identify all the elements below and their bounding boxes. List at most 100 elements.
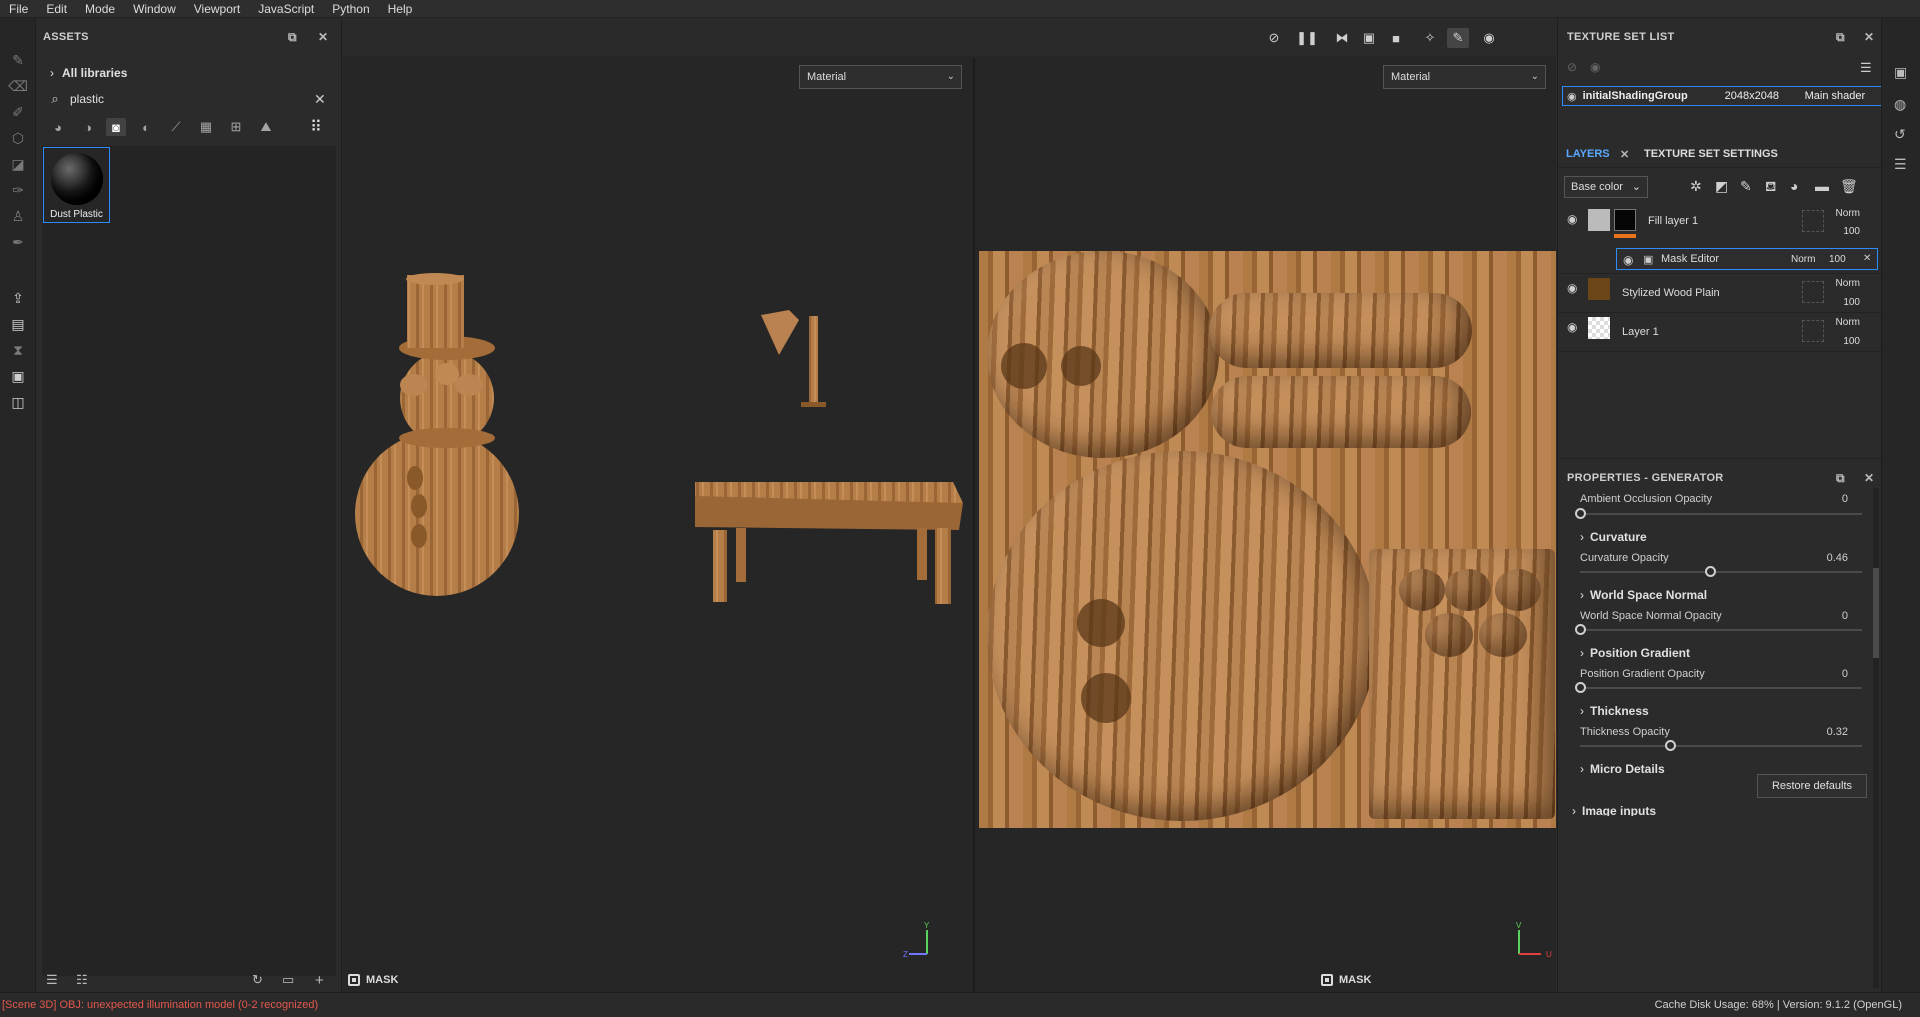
position-gradient-section[interactable]: › Position Gradient [1580,646,1690,660]
texture-set-row[interactable]: ◉ initialShadingGroup 2048x2048 Main sha… [1562,86,1882,106]
clear-search-icon[interactable]: ✕ [314,91,334,108]
micro-details-section[interactable]: › Micro Details [1580,762,1665,776]
mask-filter-icon[interactable]: ◙ [106,118,126,136]
image-inputs-section[interactable]: › Image inputs [1572,804,1656,816]
bake-icon[interactable]: ▤ [8,314,28,334]
detail-view-icon[interactable]: ☷ [76,972,88,988]
generator-filter-icon[interactable]: ◐ [136,118,156,136]
layer-name[interactable]: Layer 1 [1622,326,1659,338]
layer-opacity[interactable]: 100 [1843,226,1860,237]
layer-row[interactable]: ◉ Fill layer 1 Norm 100 ◉ ▣ Mask Editor … [1558,206,1882,274]
hide-overlay-icon[interactable]: ⊘ [1263,28,1285,48]
thickness-opacity-slider[interactable] [1580,740,1862,751]
view-3d[interactable]: Material ⌄ Y Z MASK [343,58,973,992]
brush-filter-icon[interactable]: ⟋ [166,118,186,136]
restore-defaults-button[interactable]: Restore defaults [1757,774,1867,798]
shelf-icon[interactable]: ◫ [8,392,28,412]
wsn-opacity-value[interactable]: 0 [1842,610,1848,622]
close-icon[interactable]: ✕ [1863,253,1871,264]
layer-mask-slot[interactable] [1802,281,1824,303]
undock-icon[interactable]: ⧉ [288,30,297,45]
tab-layers[interactable]: LAYERS [1566,148,1610,160]
symmetry-icon[interactable]: ⧓ [1331,28,1353,48]
menu-file[interactable]: File [0,0,37,18]
refresh-icon[interactable]: ↻ [252,972,263,988]
paint-brush-icon[interactable]: ✎ [8,50,28,70]
stamp-icon[interactable]: ♙ [8,206,28,226]
eye-icon[interactable]: ◉ [1590,60,1600,74]
eye-icon[interactable]: ◉ [1567,90,1577,103]
ao-opacity-value[interactable]: 0 [1842,493,1848,505]
all-libraries-item[interactable]: › All libraries [50,66,127,80]
layer-mask-slot[interactable] [1802,210,1824,232]
list-view-icon[interactable]: ☰ [46,972,58,988]
pause-icon[interactable]: ❚❚ [1296,28,1318,48]
eye-icon[interactable]: ◉ [1623,253,1633,267]
add-fill-layer-icon[interactable]: ⛾ [1765,178,1776,197]
camera-icon[interactable]: ■ [1385,28,1407,48]
view-2d[interactable]: Material ⌄ V U MASK [975,58,1556,992]
magic-wand-icon[interactable]: ✲ [1690,178,1702,195]
folder-icon[interactable]: ▭ [282,972,294,988]
settings-menu-icon[interactable]: ☰ [1860,60,1872,76]
eye-icon[interactable]: ◉ [1567,212,1577,226]
thickness-section[interactable]: › Thickness [1580,704,1649,718]
thickness-opacity-value[interactable]: 0.32 [1827,726,1848,738]
layer-opacity[interactable]: 100 [1843,336,1860,347]
hide-icon[interactable]: ⊘ [1567,60,1577,74]
add-mask-icon[interactable]: ◩ [1715,178,1728,195]
channel-select[interactable]: Base color ⌄ [1564,176,1648,198]
paint-mode-icon[interactable]: ✎ [1447,28,1469,48]
export-icon[interactable]: ⇪ [8,288,28,308]
hourglass-icon[interactable]: ⧗ [8,340,28,360]
add-folder-icon[interactable]: ▬ [1815,178,1829,194]
menu-python[interactable]: Python [323,0,378,18]
world-space-normal-section[interactable]: › World Space Normal [1580,588,1707,602]
add-icon[interactable]: + [315,972,324,989]
curvature-opacity-slider[interactable] [1580,566,1862,577]
texture-set-icon[interactable]: ▣ [1894,64,1907,81]
close-icon[interactable]: ✕ [1620,148,1629,161]
eye-icon[interactable]: ◉ [1567,281,1577,295]
display-settings-icon[interactable]: ▣ [8,366,28,386]
ao-opacity-slider[interactable] [1575,508,1862,519]
mask-editor-row[interactable]: ◉ ▣ Mask Editor Norm 100 ✕ [1616,248,1878,270]
slider-knob[interactable] [1665,740,1677,751]
mask-toggle-right[interactable]: MASK [1321,974,1371,986]
asset-thumbnail[interactable]: Dust Plastic [43,147,110,223]
status-error[interactable]: [Scene 3D] OBJ: unexpected illumination … [2,999,318,1011]
polygon-fill-icon[interactable]: ⬡ [8,128,28,148]
layer-opacity[interactable]: 100 [1843,297,1860,308]
particles-filter-icon[interactable]: ▦ [196,118,216,136]
display-settings-icon[interactable]: ◍ [1894,96,1906,113]
layer-row[interactable]: ◉ Layer 1 Norm 100 [1558,314,1882,352]
pg-opacity-slider[interactable] [1575,682,1862,693]
log-icon[interactable]: ☰ [1894,156,1907,173]
menu-help[interactable]: Help [379,0,422,18]
layer-name[interactable]: Fill layer 1 [1648,215,1698,227]
search-input[interactable]: plastic [66,92,314,106]
close-icon[interactable]: ✕ [1864,471,1874,485]
grid-view-icon[interactable]: ⠿ [306,118,326,136]
curvature-section[interactable]: › Curvature [1580,530,1647,544]
material-filter-icon[interactable]: ◕ [48,118,68,136]
blend-mode[interactable]: Norm [1836,278,1860,289]
tab-texture-set-settings[interactable]: TEXTURE SET SETTINGS [1644,148,1778,160]
scrollbar-thumb[interactable] [1873,568,1879,658]
clone-icon[interactable]: ✑ [8,180,28,200]
cube-icon[interactable]: ▣ [1358,28,1380,48]
mask-toggle-left[interactable]: MASK [348,974,398,986]
smudge-icon[interactable]: ◪ [8,154,28,174]
layer-mask-thumbnail[interactable] [1614,209,1636,231]
effect-opacity[interactable]: 100 [1829,254,1846,265]
layer-row[interactable]: ◉ Stylized Wood Plain Norm 100 [1558,275,1882,313]
menu-viewport[interactable]: Viewport [185,0,249,18]
add-effect-icon[interactable]: ◕ [1790,178,1798,194]
environment-filter-icon[interactable]: ⛰ [256,118,276,136]
close-icon[interactable]: ✕ [318,30,328,44]
texture-filter-icon[interactable]: ⊞ [226,118,246,136]
curvature-opacity-value[interactable]: 0.46 [1827,552,1848,564]
slider-knob[interactable] [1575,508,1586,519]
material-mode-select-right[interactable]: Material ⌄ [1383,65,1546,89]
wsn-opacity-slider[interactable] [1575,624,1862,635]
